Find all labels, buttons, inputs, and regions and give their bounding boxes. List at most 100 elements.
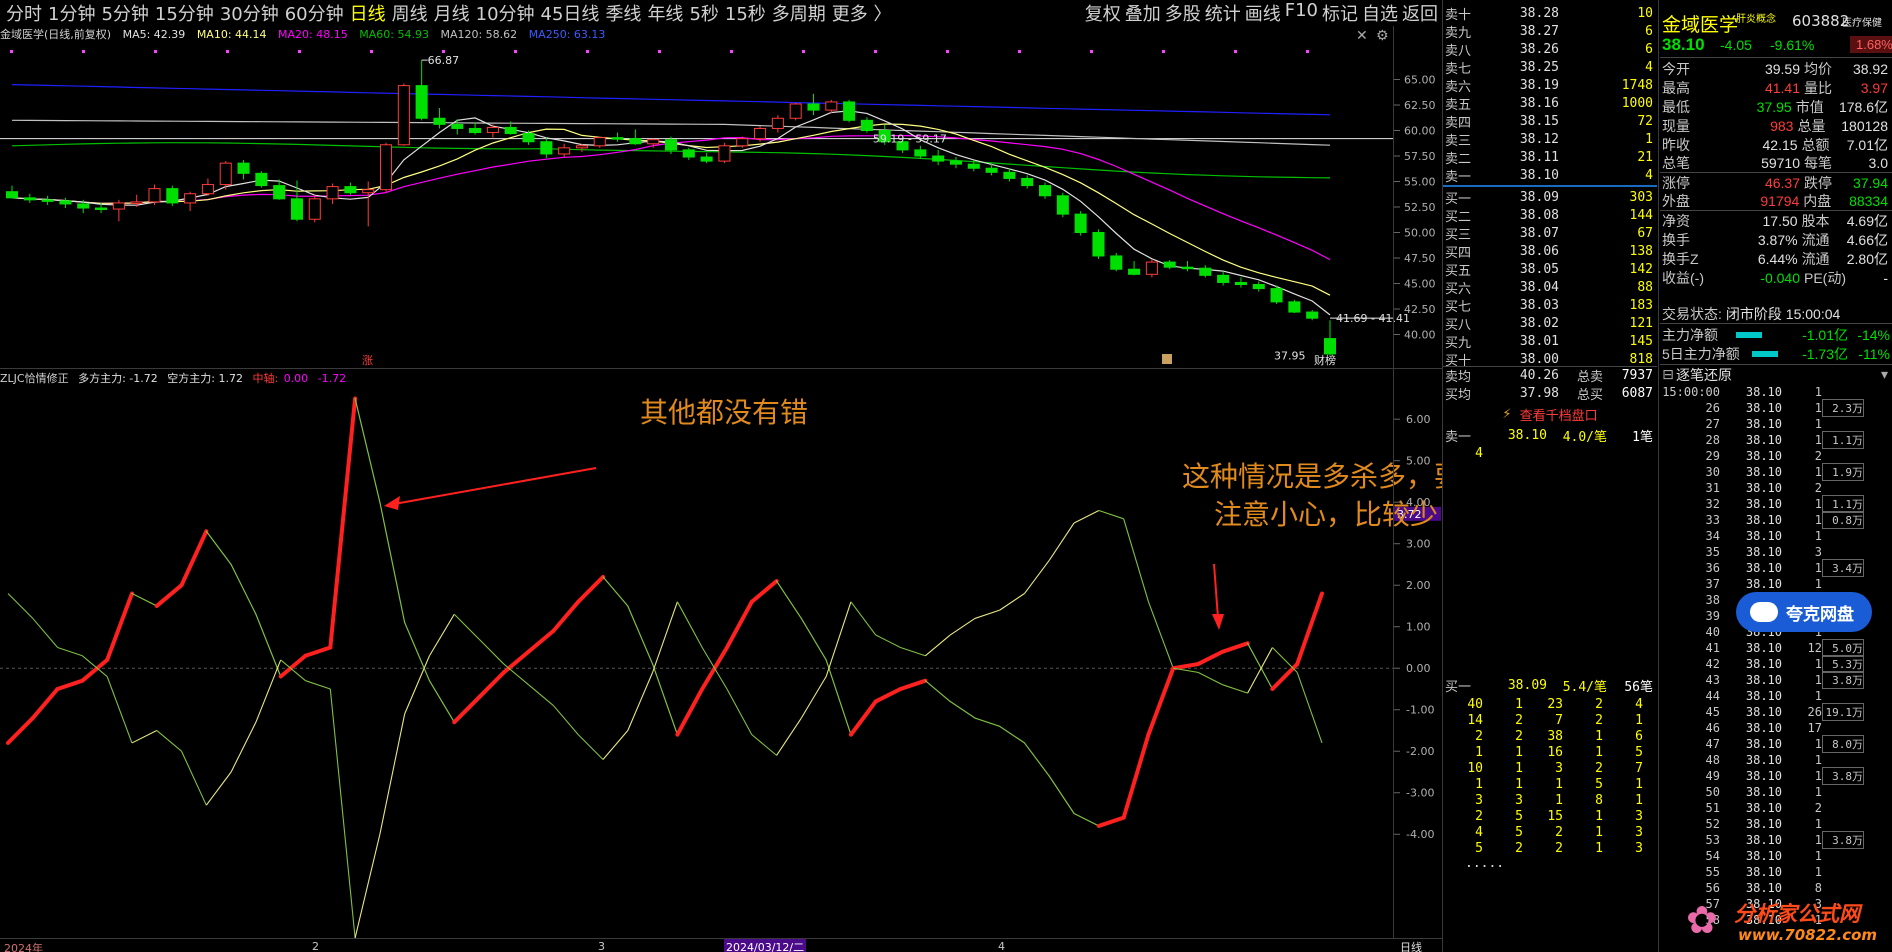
period-tab[interactable]: 5分钟 <box>101 0 148 26</box>
tick-volume: 2 <box>1814 481 1822 495</box>
total-buy-label: 总买 <box>1576 387 1603 403</box>
toolbar-tool-button[interactable]: 标记 <box>1322 0 1358 26</box>
toolbar-tool-button[interactable]: 返回 <box>1402 0 1438 26</box>
y-tick-label: 55.00 <box>1404 176 1436 189</box>
main5-bar <box>1752 350 1778 357</box>
period-tab[interactable]: 60分钟 <box>285 0 344 26</box>
signal-dot <box>82 50 85 53</box>
tick-volume: 1 <box>1814 433 1822 447</box>
stat-value: 59710 <box>1761 155 1800 171</box>
duo-segment <box>974 717 1001 727</box>
kong-segment <box>329 688 356 938</box>
period-tab[interactable]: 日线 <box>350 0 386 26</box>
stat-value: - <box>1883 269 1888 286</box>
toolbar-tool-button[interactable]: 画线 <box>1245 0 1281 26</box>
signal-dot <box>586 50 589 53</box>
duo-segment <box>6 716 35 745</box>
time-label: 2024年 <box>4 942 43 952</box>
tick-row: 26 38.10 1 2.3万 <box>1660 399 1892 417</box>
period-tab[interactable]: 月线 <box>434 0 470 26</box>
buy-level-price: 38.04 <box>1519 279 1559 295</box>
buy-queue-cell: 4 <box>1475 824 1483 840</box>
buy-queue-cell: 6 <box>1635 728 1643 744</box>
period-tab[interactable]: 45日线 <box>541 0 600 26</box>
tick-time: 47 <box>1705 737 1720 751</box>
sell-level-label: 卖五 <box>1445 97 1472 113</box>
sell-level-label: 卖九 <box>1445 25 1472 41</box>
duo-segment <box>848 699 878 737</box>
period-tab[interactable]: 5秒 <box>689 0 718 26</box>
kong-segment <box>1247 647 1273 694</box>
kong-segment <box>205 771 232 806</box>
period-tab[interactable]: 周线 <box>392 0 428 26</box>
sell1-per: 4.0/笔 <box>1562 429 1607 445</box>
period-tab[interactable]: 15秒 <box>725 0 766 26</box>
toolbar-tool-button[interactable]: 多股 <box>1165 0 1201 26</box>
tick-price: 38.10 <box>1745 481 1782 495</box>
tick-time: 33 <box>1705 513 1720 527</box>
sell-level-price: 38.19 <box>1519 77 1559 93</box>
tick-price: 38.10 <box>1745 753 1782 767</box>
buy-queue-row: 2 2 38 1 6 <box>1443 728 1657 744</box>
trade-state-value: 闭市阶段 15:00:04 <box>1725 305 1841 322</box>
flower-logo-icon: ✿ <box>1686 898 1718 942</box>
period-tab[interactable]: 年线 <box>647 0 683 26</box>
tick-row: 46 38.10 17 <box>1660 720 1892 736</box>
period-tab[interactable]: 15分钟 <box>155 0 214 26</box>
buy-queue-cell: 1 <box>1635 792 1643 808</box>
stat-value: 6.44% <box>1757 250 1798 267</box>
tick-toggle-icon[interactable]: ⊟ <box>1660 367 1676 383</box>
buy-queue-cell: 1 <box>1475 744 1483 760</box>
period-tab[interactable]: 10分钟 <box>476 0 535 26</box>
buy-level-price: 38.09 <box>1519 189 1559 205</box>
buy-level-label: 买五 <box>1445 263 1472 279</box>
toolbar-tool-button[interactable]: 自选 <box>1362 0 1398 26</box>
toolbar-tool-button[interactable]: F10 <box>1285 0 1318 26</box>
view-depth-button[interactable]: ⚡ 查看千档盘口 <box>1443 404 1657 424</box>
tick-price: 38.10 <box>1745 865 1782 879</box>
tick-volume: 1 <box>1814 513 1822 527</box>
kline-info-bar: 金域医学(日线,前复权) MA5: 42.39 MA10: 44.14 MA20… <box>0 26 1442 44</box>
buy-level-volume: 818 <box>1629 351 1653 367</box>
period-tab[interactable]: 分时 <box>6 0 42 26</box>
toolbar-tool-button[interactable]: 统计 <box>1205 0 1241 26</box>
period-tab[interactable]: 季线 <box>605 0 641 26</box>
tick-volume: 1 <box>1814 657 1822 671</box>
tick-menu-icon[interactable]: ▾ <box>1881 367 1892 383</box>
indicator-chart[interactable]: 6.005.004.003.002.001.000.00-1.00-2.00-3… <box>0 386 1442 938</box>
kong-segment <box>1098 509 1124 520</box>
stat-value: 3.87% <box>1757 231 1798 248</box>
period-tab[interactable]: 多周期 <box>772 0 826 26</box>
candle-body <box>1003 171 1016 179</box>
period-tab[interactable]: 更多 〉 <box>832 0 892 26</box>
buy-level-price: 38.06 <box>1519 243 1559 259</box>
sell-level-row: 卖二 38.11 21 <box>1443 148 1657 167</box>
kline-chart[interactable]: 65.00 62.50 60.00 57.50 55.00 52.50 50.00 47.50… <box>0 44 1442 370</box>
stat-key: 流通 <box>1801 231 1830 248</box>
sell1-price: 38.10 <box>1507 427 1547 443</box>
stat-value: 39.59 <box>1764 60 1800 77</box>
stat-value: 7.01亿 <box>1846 136 1888 153</box>
y-tick-label: 0.00 <box>1406 662 1431 675</box>
candle-body <box>237 162 250 174</box>
tick-price: 38.10 <box>1745 673 1782 687</box>
tick-time: 42 <box>1705 657 1720 671</box>
settings-icon[interactable]: ⚙ <box>1376 28 1389 44</box>
sell-level-row: 卖九 38.27 6 <box>1443 22 1657 41</box>
period-tab[interactable]: 30分钟 <box>220 0 279 26</box>
toolbar-tool-button[interactable]: 叠加 <box>1125 0 1161 26</box>
toolbar-tool-button[interactable]: 复权 <box>1085 0 1121 26</box>
close-icon[interactable]: ✕ <box>1356 28 1368 44</box>
buy1-detail: 买一 38.09 5.4/笔 56笔 <box>1443 676 1657 695</box>
buy-level-price: 38.08 <box>1519 207 1559 223</box>
period-tab[interactable]: 1分钟 <box>48 0 95 26</box>
kong-segment <box>999 593 1025 611</box>
annotation-arrowhead <box>1212 614 1224 630</box>
quark-pan-badge[interactable]: 夸克网盘 <box>1736 592 1872 632</box>
kong-segment <box>825 601 852 677</box>
kong-segment <box>230 721 257 773</box>
kong-segment <box>7 593 34 619</box>
stat-key: 流通 <box>1801 250 1830 267</box>
sell-level-price: 38.15 <box>1519 113 1559 129</box>
stat-key: 昨收 <box>1662 136 1690 153</box>
